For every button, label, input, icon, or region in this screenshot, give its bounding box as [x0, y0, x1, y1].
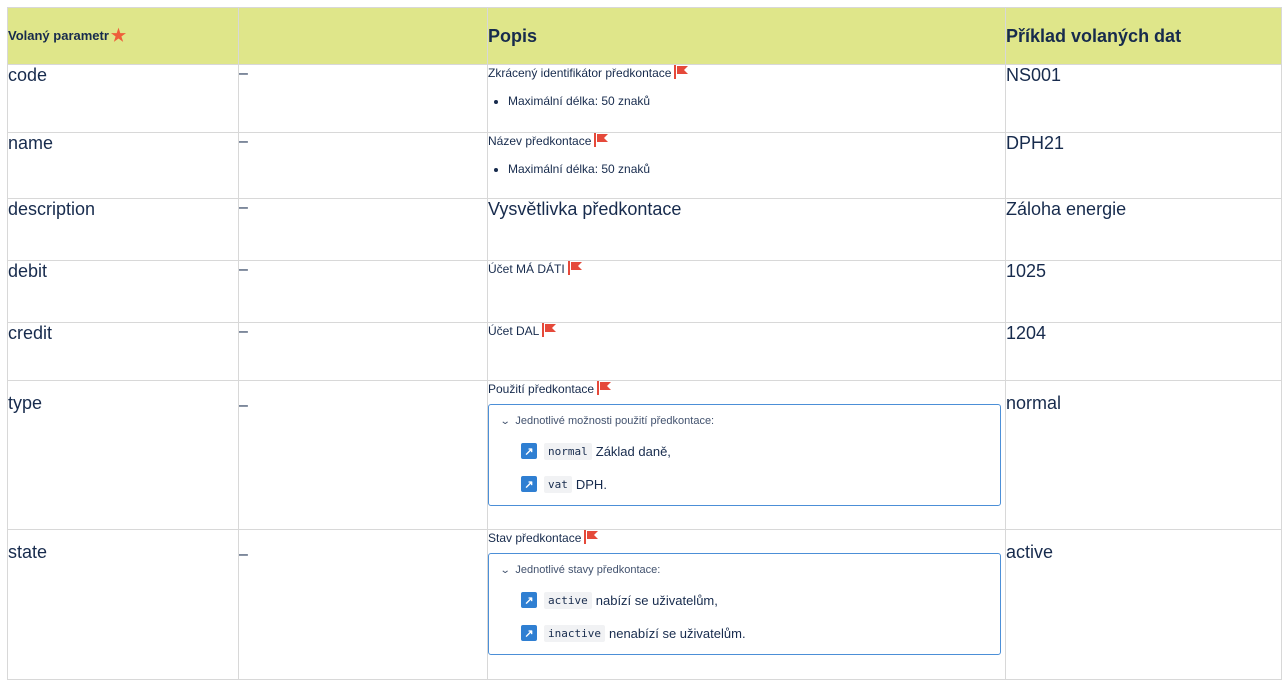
- option-item: ↗ active nabízí se uživatelům,: [521, 591, 1000, 609]
- flag-icon: [542, 323, 557, 337]
- option-text: nenabízí se uživatelům.: [608, 625, 746, 641]
- expand-toggle[interactable]: ⌄ Jednotlivé možnosti použití předkontac…: [500, 415, 1000, 427]
- option-code: normal: [544, 442, 592, 460]
- param-example: 1204: [1005, 322, 1282, 381]
- flag-icon: [584, 530, 599, 544]
- table-row: debit – Účet MÁ DÁTI 1025: [7, 260, 1282, 323]
- table-header-row: Volaný parametr ★ Popis Příklad volaných …: [7, 7, 1282, 65]
- param-description: Použití předkontace ⌄ Jednotlivé možnost…: [487, 380, 1006, 530]
- table-row: description – Vysvětlivka předkontace Zá…: [7, 198, 1282, 261]
- header-example: Příklad volaných dat: [1005, 7, 1282, 65]
- param-example: Záloha energie: [1005, 198, 1282, 261]
- option-item: ↗ inactive nenabízí se uživatelům.: [521, 624, 1000, 642]
- param-example: 1025: [1005, 260, 1282, 323]
- param-dash: –: [238, 198, 488, 261]
- table-row: credit – Účet DAL 1204: [7, 322, 1282, 381]
- option-text: nabízí se uživatelům,: [595, 592, 718, 608]
- table-row: type – Použití předkontace ⌄ Jednotlivé …: [7, 380, 1282, 530]
- param-example: NS001: [1005, 64, 1282, 133]
- star-icon: ★: [110, 26, 127, 45]
- param-name: debit: [7, 260, 239, 323]
- flag-icon: [674, 65, 689, 79]
- header-popis: Popis: [487, 7, 1006, 65]
- header-empty: [238, 7, 488, 65]
- option-text: DPH.: [575, 476, 607, 492]
- flag-icon: [567, 261, 582, 275]
- option-text: Základ daně,: [595, 443, 671, 459]
- expand-toggle[interactable]: ⌄ Jednotlivé stavy předkontace:: [500, 564, 1000, 576]
- param-dash: –: [238, 529, 488, 680]
- arrow-link-icon[interactable]: ↗: [521, 476, 537, 492]
- option-code: inactive: [544, 624, 605, 642]
- option-item: ↗ normal Základ daně,: [521, 442, 1000, 460]
- param-description: Název předkontace Maximální délka: 50 zn…: [487, 132, 1006, 199]
- chevron-down-icon[interactable]: ⌄: [500, 565, 511, 576]
- param-description: Stav předkontace ⌄ Jednotlivé stavy před…: [487, 529, 1006, 680]
- option-code: active: [544, 591, 592, 609]
- param-dash: –: [238, 322, 488, 381]
- param-dash: –: [238, 380, 488, 530]
- table-row: code – Zkrácený identifikátor předkontac…: [7, 64, 1282, 133]
- option-code: vat: [544, 475, 572, 493]
- param-example: active: [1005, 529, 1282, 680]
- expand-panel: ⌄ Jednotlivé stavy předkontace: ↗ active…: [488, 553, 1001, 655]
- param-name: type: [7, 380, 239, 530]
- table-row: name – Název předkontace Maximální délka…: [7, 132, 1282, 199]
- param-name: code: [7, 64, 239, 133]
- param-name: state: [7, 529, 239, 680]
- arrow-link-icon[interactable]: ↗: [521, 592, 537, 608]
- param-description: Účet MÁ DÁTI: [487, 260, 1006, 323]
- table-row: state – Stav předkontace ⌄ Jednotlivé st…: [7, 529, 1282, 680]
- expand-panel: ⌄ Jednotlivé možnosti použití předkontac…: [488, 404, 1001, 506]
- param-description: Účet DAL: [487, 322, 1006, 381]
- list-item: Maximální délka: 50 znaků: [508, 162, 1005, 176]
- expand-title: Jednotlivé možnosti použití předkontace:: [515, 415, 715, 427]
- parameters-table: Volaný parametr ★ Popis Příklad volaných …: [7, 7, 1282, 680]
- header-param: Volaný parametr ★: [7, 7, 239, 65]
- chevron-down-icon[interactable]: ⌄: [500, 416, 511, 427]
- param-example: normal: [1005, 380, 1282, 530]
- list-item: Maximální délka: 50 znaků: [508, 94, 1005, 108]
- param-dash: –: [238, 260, 488, 323]
- flag-icon: [594, 133, 609, 147]
- param-dash: –: [238, 64, 488, 133]
- expand-title: Jednotlivé stavy předkontace:: [515, 564, 661, 576]
- param-name: name: [7, 132, 239, 199]
- param-description: Zkrácený identifikátor předkontace Maxim…: [487, 64, 1006, 133]
- param-dash: –: [238, 132, 488, 199]
- param-example: DPH21: [1005, 132, 1282, 199]
- flag-icon: [597, 381, 612, 395]
- option-item: ↗ vat DPH.: [521, 475, 1000, 493]
- param-name: credit: [7, 322, 239, 381]
- arrow-link-icon[interactable]: ↗: [521, 625, 537, 641]
- param-description: Vysvětlivka předkontace: [487, 198, 1006, 261]
- param-name: description: [7, 198, 239, 261]
- arrow-link-icon[interactable]: ↗: [521, 443, 537, 459]
